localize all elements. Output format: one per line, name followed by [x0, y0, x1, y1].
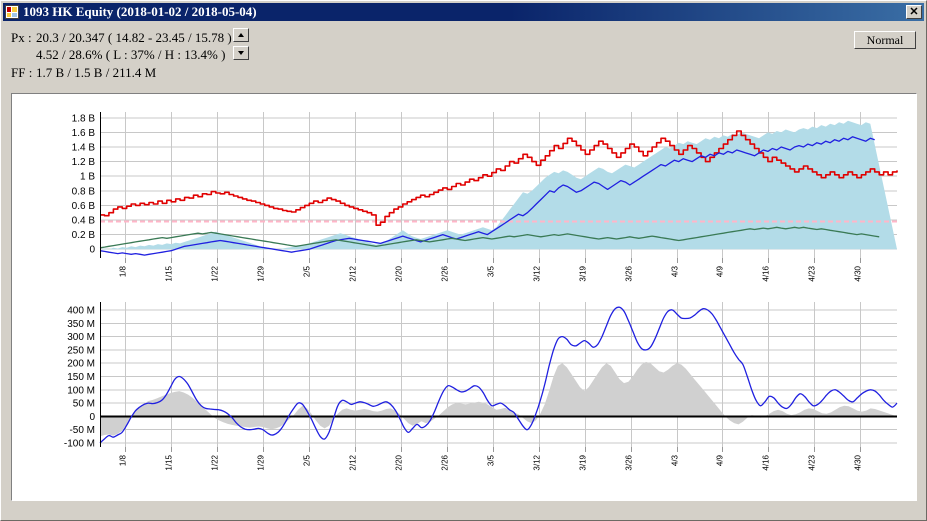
app-grid-icon [5, 5, 19, 19]
x-tick-label: 4/3 [671, 265, 680, 277]
x-tick-label: 1/29 [257, 454, 266, 470]
x-tick-label: 2/20 [395, 454, 404, 470]
y-tick-label: 1.4 B [72, 143, 96, 154]
x-tick-label: 4/9 [716, 265, 725, 277]
y-tick-label: 400 M [67, 305, 95, 316]
x-tick-label: 1/15 [165, 454, 174, 470]
x-tick-label: 4/16 [762, 265, 771, 281]
window-title: 1093 HK Equity (2018-01-02 / 2018-05-04) [23, 4, 257, 19]
ff-label: FF : [11, 65, 33, 80]
chart-panel: 1.8 B 1.6 B 1.4 B 1.2 B 1 B 0.8 B 0.6 B 0.4 B 0.… [11, 93, 917, 501]
x-tick-label: 1/8 [119, 454, 128, 466]
x-tick-label: 2/26 [441, 454, 450, 470]
x-tick-label: 1/29 [257, 265, 266, 281]
normal-button[interactable]: Normal [854, 31, 916, 49]
x-tick-label: 2/12 [349, 265, 358, 281]
lower-chart[interactable]: 400 M 350 M 300 M 250 M 200 M 150 M 100 M 50 M 0… [64, 302, 898, 471]
y-tick-label: 1.2 B [72, 157, 96, 168]
x-tick-label: 3/19 [579, 265, 588, 281]
y-tick-label: 1.8 B [72, 113, 96, 124]
y-tick-label: 0 [89, 412, 95, 423]
x-tick-label: 4/30 [854, 454, 863, 470]
y-tick-label: 0.4 B [72, 216, 96, 227]
application-window: 1093 HK Equity (2018-01-02 / 2018-05-04)… [0, 0, 927, 521]
x-tick-label: 4/16 [762, 454, 771, 470]
y-tick-label: 200 M [67, 359, 95, 370]
x-tick-label: 1/8 [119, 265, 128, 277]
x-tick-label: 1/22 [211, 265, 220, 281]
x-tick-label: 2/12 [349, 454, 358, 470]
y-tick-label: 1 B [80, 172, 95, 183]
x-tick-label: 3/5 [487, 265, 496, 277]
x-tick-label: 4/9 [716, 454, 725, 466]
y-tick-label: 150 M [67, 372, 95, 383]
px-label: Px : [11, 30, 32, 45]
y-tick-label: 350 M [67, 319, 95, 330]
triangle-up-icon[interactable] [233, 28, 249, 42]
x-tick-label: 4/23 [808, 454, 817, 470]
y-tick-label: 0 [89, 245, 95, 256]
x-tick-label: 4/30 [854, 265, 863, 281]
x-tick-label: 2/26 [441, 265, 450, 281]
y-tick-label: 0.6 B [72, 201, 96, 212]
y-tick-label: -50 M [69, 425, 95, 436]
y-tick-label: 50 M [73, 399, 95, 410]
y-tick-label: 0.8 B [72, 186, 96, 197]
y-tick-label: 1.6 B [72, 128, 96, 139]
y-tick-label: 100 M [67, 385, 95, 396]
x-tick-label: 3/5 [487, 454, 496, 466]
x-tick-label: 3/12 [533, 454, 542, 470]
y-tick-label: -100 M [64, 439, 95, 450]
title-bar: 1093 HK Equity (2018-01-02 / 2018-05-04)… [3, 3, 924, 21]
close-icon[interactable]: ✕ [906, 5, 922, 19]
upper-chart[interactable]: 1.8 B 1.6 B 1.4 B 1.2 B 1 B 0.8 B 0.6 B 0.4 B 0.… [72, 112, 898, 282]
x-tick-label: 3/12 [533, 265, 542, 281]
x-tick-label: 2/5 [303, 454, 312, 466]
x-tick-label: 3/19 [579, 454, 588, 470]
x-tick-label: 2/20 [395, 265, 404, 281]
ff-value: 1.7 B / 1.5 B / 211.4 M [36, 65, 157, 80]
x-tick-label: 3/26 [625, 265, 634, 281]
triangle-down-icon[interactable] [233, 46, 249, 60]
x-tick-label: 3/26 [625, 454, 634, 470]
x-tick-label: 1/15 [165, 265, 174, 281]
y-tick-label: 300 M [67, 332, 95, 343]
px-value-primary: 20.3 / 20.347 ( 14.82 - 23.45 / 15.78 ) [36, 30, 232, 45]
x-tick-label: 2/5 [303, 265, 312, 277]
x-tick-label: 4/3 [671, 454, 680, 466]
y-tick-label: 250 M [67, 345, 95, 356]
x-tick-label: 4/23 [808, 265, 817, 281]
info-header: Px : 20.3 / 20.347 ( 14.82 - 23.45 / 15.… [3, 23, 924, 91]
charts-svg: 1.8 B 1.6 B 1.4 B 1.2 B 1 B 0.8 B 0.6 B 0.4 B 0.… [64, 112, 898, 471]
px-value-secondary: 4.52 / 28.6% ( L : 37% / H : 13.4% ) [36, 47, 226, 62]
y-tick-label: 0.2 B [72, 230, 96, 241]
x-tick-label: 1/22 [211, 454, 220, 470]
